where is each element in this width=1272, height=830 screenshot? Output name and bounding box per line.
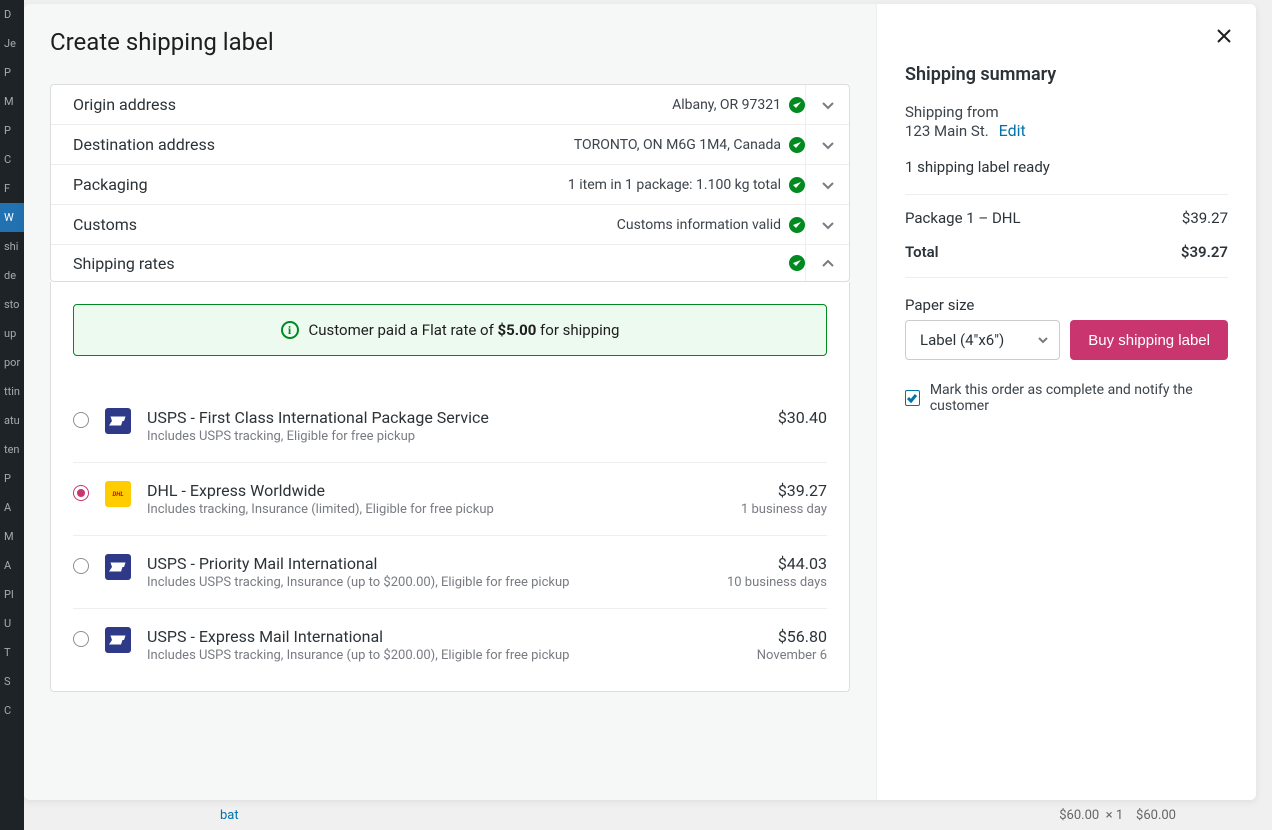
rate-price: $44.03 [727, 554, 827, 573]
chevron-down-icon [1037, 334, 1049, 346]
rate-name: USPS - Express Mail International [147, 627, 741, 646]
rate-option[interactable]: USPS - Priority Mail International Includ… [73, 536, 827, 609]
usps-logo [105, 554, 131, 580]
dhl-logo: DHL [105, 481, 131, 507]
packaging-section[interactable]: Packaging 1 item in 1 package: 1.100 kg … [51, 165, 849, 205]
rate-desc: Includes USPS tracking, Insurance (up to… [147, 648, 741, 663]
packaging-value: 1 item in 1 package: 1.100 kg total [568, 177, 781, 193]
expand-customs[interactable] [805, 205, 849, 244]
summary-title: Shipping summary [905, 64, 1228, 85]
bg-order-row: bat $60.00 × 1 $60.00 [140, 800, 1256, 830]
chevron-down-icon [821, 98, 835, 112]
rates-label: Shipping rates [73, 254, 789, 273]
rate-eta: 1 business day [741, 502, 827, 517]
rate-radio[interactable] [73, 412, 89, 428]
wp-sidebar: DJePMPCF W shidestoupporttinatuten PAMAP… [0, 0, 24, 830]
shipping-label-modal: Create shipping label Origin address Alb… [24, 4, 1256, 800]
ship-from-address: 123 Main St. [905, 122, 989, 140]
buy-shipping-label-button[interactable]: Buy shipping label [1070, 320, 1228, 360]
expand-packaging[interactable] [805, 165, 849, 204]
check-icon [789, 255, 805, 271]
accordion: Origin address Albany, OR 97321 Destinat… [50, 84, 850, 282]
summary-line-amount: $39.27 [1182, 209, 1228, 227]
rate-radio[interactable] [73, 558, 89, 574]
destination-section[interactable]: Destination address TORONTO, ON M6G 1M4,… [51, 125, 849, 165]
chevron-down-icon [821, 138, 835, 152]
usps-logo [105, 627, 131, 653]
rate-option[interactable]: USPS - Express Mail International Include… [73, 609, 827, 681]
flat-rate-notice: i Customer paid a Flat rate of $5.00 for… [73, 304, 827, 356]
rate-radio[interactable] [73, 631, 89, 647]
notice-text: Customer paid a Flat rate of $5.00 for s… [309, 321, 620, 339]
mark-complete-label: Mark this order as complete and notify t… [930, 382, 1228, 414]
origin-value: Albany, OR 97321 [672, 97, 781, 113]
rate-desc: Includes tracking, Insurance (limited), … [147, 502, 725, 517]
check-icon [789, 217, 805, 233]
summary-total: Total $39.27 [905, 235, 1228, 277]
destination-label: Destination address [73, 135, 574, 154]
chevron-down-icon [821, 218, 835, 232]
check-icon [789, 177, 805, 193]
expand-origin[interactable] [805, 85, 849, 124]
check-icon [789, 97, 805, 113]
labels-ready: 1 shipping label ready [905, 158, 1228, 176]
summary-line-label: Package 1 – DHL [905, 209, 1021, 227]
paper-size-label: Paper size [905, 296, 1228, 314]
rate-desc: Includes USPS tracking, Insurance (up to… [147, 575, 711, 590]
rate-desc: Includes USPS tracking, Eligible for fre… [147, 429, 762, 444]
customs-value: Customs information valid [617, 217, 781, 233]
destination-value: TORONTO, ON M6G 1M4, Canada [574, 137, 781, 153]
chevron-down-icon [821, 178, 835, 192]
modal-title: Create shipping label [50, 28, 850, 56]
rates-section[interactable]: Shipping rates [51, 245, 849, 281]
rate-eta: November 6 [757, 648, 827, 663]
summary-line: Package 1 – DHL $39.27 [905, 195, 1228, 235]
packaging-label: Packaging [73, 175, 568, 194]
origin-label: Origin address [73, 95, 672, 114]
divider [905, 277, 1228, 278]
check-icon [789, 137, 805, 153]
total-label: Total [905, 243, 939, 261]
rate-option[interactable]: USPS - First Class International Package… [73, 390, 827, 463]
rate-radio[interactable] [73, 485, 89, 501]
rate-price: $39.27 [741, 481, 827, 500]
scrollbar[interactable] [1258, 0, 1272, 830]
ship-from-label: Shipping from [905, 103, 1228, 121]
check-icon [906, 392, 918, 404]
close-button[interactable] [1214, 26, 1234, 46]
chevron-up-icon [821, 256, 835, 270]
rate-eta: 10 business days [727, 575, 827, 590]
origin-section[interactable]: Origin address Albany, OR 97321 [51, 85, 849, 125]
edit-address-link[interactable]: Edit [999, 121, 1026, 140]
rate-name: DHL - Express Worldwide [147, 481, 725, 500]
total-amount: $39.27 [1181, 243, 1228, 261]
info-icon: i [281, 321, 299, 339]
usps-logo [105, 408, 131, 434]
paper-size-select[interactable]: Label (4"x6") [905, 320, 1060, 360]
collapse-rates[interactable] [805, 245, 849, 281]
rates-body: i Customer paid a Flat rate of $5.00 for… [50, 282, 850, 692]
summary-panel: Shipping summary Shipping from 123 Main … [876, 4, 1256, 800]
customs-label: Customs [73, 215, 617, 234]
rate-price: $56.80 [757, 627, 827, 646]
main-panel: Create shipping label Origin address Alb… [24, 4, 876, 800]
rate-name: USPS - First Class International Package… [147, 408, 762, 427]
rate-price: $30.40 [778, 408, 827, 427]
rate-name: USPS - Priority Mail International [147, 554, 711, 573]
rate-option[interactable]: DHL DHL - Express Worldwide Includes track… [73, 463, 827, 536]
mark-complete-checkbox[interactable] [905, 390, 920, 406]
customs-section[interactable]: Customs Customs information valid [51, 205, 849, 245]
expand-destination[interactable] [805, 125, 849, 164]
